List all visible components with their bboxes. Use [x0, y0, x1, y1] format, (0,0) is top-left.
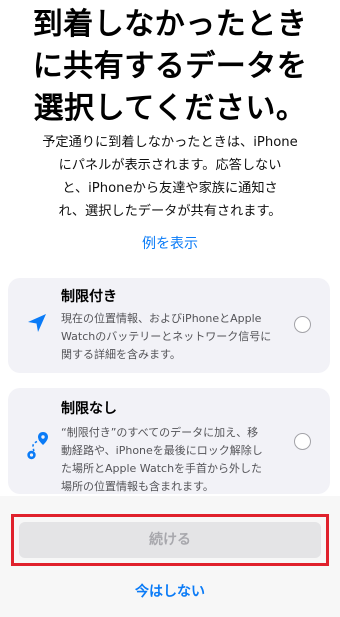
description-line: と、iPhoneから友達や家族に通知さ	[62, 181, 278, 196]
option-limited-radio[interactable]	[294, 316, 311, 333]
footer-bar: 続ける 今はしない	[0, 496, 340, 617]
option-description: “制限付き”のすべてのデータに加え、移 動経路や、iPhoneを最後にロック解除…	[61, 424, 285, 496]
option-description-line: Watchのバッテリーとネットワーク信号に	[61, 330, 272, 343]
description-line: れ、選択したデータが共有されます。	[58, 204, 282, 219]
not-now-button[interactable]: 今はしない	[0, 582, 340, 602]
option-description-line: “制限付き”のすべてのデータに加え、移	[61, 426, 259, 439]
show-example-link[interactable]: 例を表示	[0, 233, 340, 255]
title-line: 到着しなかったとき	[32, 7, 308, 42]
share-data-selection-screen: 到着しなかったとき に共有するデータを 選択してください。 予定通りに到着しなか…	[0, 0, 340, 617]
continue-button-highlight: 続ける	[11, 514, 329, 566]
option-description-line: 現在の位置情報、およびiPhoneとApple	[61, 312, 262, 325]
option-title: 制限付き	[61, 289, 117, 305]
title-line: 選択してください。	[33, 91, 307, 126]
option-limited-card[interactable]: 制限付き 現在の位置情報、およびiPhoneとApple Watchのバッテリー…	[8, 278, 330, 373]
option-description-line: 動経路や、iPhoneを最後にロック解除し	[61, 444, 263, 457]
option-description-line: 場所の位置情報も含まれます。	[61, 480, 214, 493]
option-title: 制限なし	[61, 401, 117, 417]
option-description: 現在の位置情報、およびiPhoneとApple Watchのバッテリーとネットワ…	[61, 310, 285, 364]
option-unlimited-card[interactable]: 制限なし “制限付き”のすべてのデータに加え、移 動経路や、iPhoneを最後に…	[8, 388, 330, 494]
option-description-line: 関する詳細を含みます。	[61, 348, 181, 361]
description-text: 予定通りに到着しなかったときは、iPhone にパネルが表示されます。応答しない…	[16, 131, 324, 223]
option-description-line: た場所とApple Watchを手首から外した	[61, 462, 263, 475]
location-arrow-icon	[26, 312, 48, 338]
description-line: にパネルが表示されます。応答しない	[58, 158, 282, 173]
continue-button[interactable]: 続ける	[19, 522, 321, 558]
route-icon	[26, 432, 50, 464]
option-unlimited-radio[interactable]	[294, 433, 311, 450]
title-line: に共有するデータを	[32, 49, 308, 84]
page-title: 到着しなかったとき に共有するデータを 選択してください。	[14, 4, 326, 130]
description-line: 予定通りに到着しなかったときは、iPhone	[42, 135, 298, 150]
